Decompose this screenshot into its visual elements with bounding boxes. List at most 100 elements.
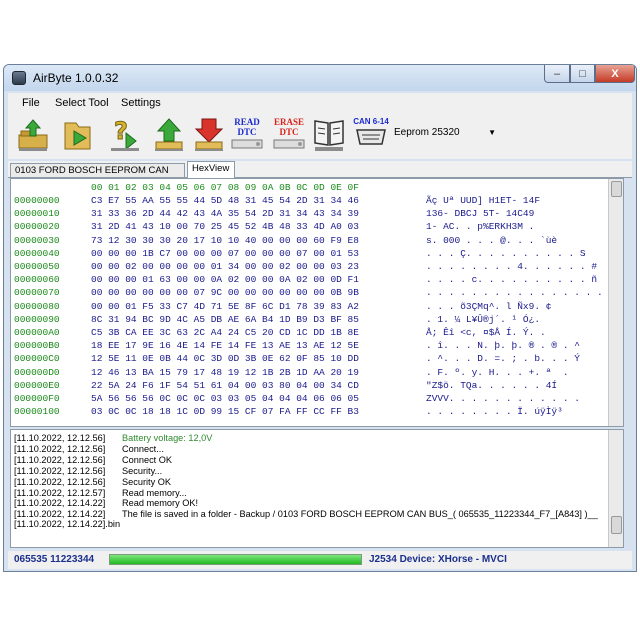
hex-ascii[interactable]: . . . . . . . . Ï. úÿÌÿ³ [426,406,563,417]
question-arrow-icon[interactable]: ? [108,115,142,153]
hex-ascii[interactable]: . . . õ3ÇMq^. l Ñx9. ¢ [426,301,551,312]
hex-bytes[interactable]: 31 2D 41 43 10 00 70 25 45 52 4B 48 33 4… [91,221,359,232]
hex-address: 000000E0 [14,379,60,391]
menu-file[interactable]: File [22,97,40,109]
status-id: 065535 11223344 [14,554,95,565]
read-dtc-icon[interactable]: READ DTC [228,117,266,153]
erase-dtc-icon[interactable]: ERASE DTC [270,117,308,153]
eeprom-select-value: Eeprom 25320 [394,127,460,138]
hex-ascii[interactable]: . . . . c. . . . . . . . . . ñ [426,274,597,285]
hex-address: 00000070 [14,287,60,299]
hex-bytes[interactable]: 00 00 02 00 00 00 00 01 34 00 00 02 00 0… [91,261,359,272]
hex-bytes[interactable]: 00 00 00 00 00 00 07 9C 00 00 00 00 00 0… [91,287,359,298]
hex-address: 000000B0 [14,340,60,352]
app-icon [12,71,26,85]
window-title: AirByte 1.0.0.32 [33,71,119,85]
hex-view[interactable]: 00 01 02 03 04 05 06 07 08 09 0A 0B 0C 0… [10,178,624,427]
hex-ascii[interactable]: s. 000 . . . @. . . `ùè [426,235,557,246]
hex-ascii[interactable]: 1- AC. . p%ERKH3M . [426,221,534,232]
hex-ascii[interactable]: Ãç Uª UUD] H1ET- 14F [426,195,540,206]
hex-address: 00000030 [14,234,60,246]
hex-address: 000000F0 [14,393,60,404]
close-button[interactable]: X [595,65,635,83]
hex-bytes[interactable]: 8C 31 94 BC 9D 4C A5 DB AE 6A B4 1D B9 D… [91,314,359,325]
hex-scroll-thumb[interactable] [611,181,622,197]
log-timestamp: [11.10.2022, 12.12.56] [14,454,106,465]
download-arrow-icon[interactable] [192,115,226,153]
log-scrollbar[interactable] [608,430,623,547]
can-label: CAN 6-14 [353,117,389,126]
hex-address: 000000A0 [14,327,60,338]
hex-bytes[interactable]: 12 5E 11 0E 0B 44 0C 3D 0D 3B 0E 62 0F 8… [91,353,359,364]
hex-address: 00000100 [14,406,60,418]
status-bar: 065535 11223344 J2534 Device: XHorse - M… [8,551,632,569]
hex-address: 00000020 [14,221,60,233]
hex-ascii[interactable]: Å; Êî <c, ¤$Å Í. Ý. . [426,327,546,338]
minimize-button[interactable]: – [544,65,570,83]
hex-ascii[interactable]: . 1. ¼ L¥Û®j´. ¹ Ó¿. [426,314,540,325]
hex-ascii[interactable]: . F. º. y. H. . . +. ª . [426,367,569,378]
log-message: Battery voltage: 12,0V [122,433,213,443]
can-connector-icon[interactable]: CAN 6-14 [351,117,391,153]
open-folder-icon[interactable] [16,115,50,153]
app-window: AirByte 1.0.0.32 – □ X File Select Tool … [3,64,637,572]
folder-arrow-icon[interactable] [62,115,96,153]
log-timestamp: [11.10.2022, 12.14.22] [14,498,106,509]
hex-address: 00000000 [14,195,60,206]
hex-bytes[interactable]: 03 0C 0C 18 18 1C 0D 99 15 CF 07 FA FF C… [91,406,359,417]
chevron-down-icon[interactable]: ▼ [488,128,496,137]
menu-settings[interactable]: Settings [121,97,161,109]
log-scroll-thumb[interactable] [611,516,622,534]
hex-bytes[interactable]: 00 00 00 1B C7 00 00 00 07 00 00 00 07 0… [91,248,359,259]
log-wrap-line: [11.10.2022, 12.14.22].bin [14,519,121,529]
log-message: Read memory... [122,487,187,498]
log-message: Connect OK [122,454,173,465]
tab-ford-bosch[interactable]: 0103 FORD BOSCH EEPROM CAN BUS [10,163,185,189]
hex-bytes[interactable]: 00 00 01 F5 33 C7 4D 71 5E 8F 6C D1 78 3… [91,301,359,312]
hex-address: 00000040 [14,247,60,259]
hex-address: 00000010 [14,208,60,220]
log-panel: [11.10.2022, 12.12.56] Battery voltage: 1… [10,429,624,548]
tab-hexview[interactable]: HexView [187,161,235,178]
hex-bytes[interactable]: 31 33 36 2D 44 42 43 4A 35 54 2D 31 34 4… [91,208,359,219]
hex-bytes[interactable]: 12 46 13 BA 15 79 17 48 19 12 1B 2B 1D A… [91,367,359,378]
hex-bytes[interactable]: C5 3B CA EE 3C 63 2C A4 24 C5 20 CD 1C D… [91,327,359,338]
hex-ascii[interactable]: . . . . . . . . 4. . . . . . # [426,261,597,272]
progress-bar [109,554,362,565]
hex-address: 00000090 [14,313,60,325]
hex-address: 00000060 [14,274,60,286]
upload-arrow-icon[interactable] [152,115,186,153]
hex-ascii[interactable]: . . . Ç. . . . . . . . . . S [426,248,586,259]
read-dtc-label-1: READ [234,117,260,127]
eeprom-select[interactable]: Eeprom 25320 ▼ [394,127,502,143]
log-timestamp: [11.10.2022, 12.12.56] [14,465,106,476]
hex-ascii[interactable]: "Z$ö. TQa. . . . . . 4Í [426,380,557,391]
book-icon[interactable] [312,115,346,153]
log-timestamp: [11.10.2022, 12.14.22] [14,509,106,520]
hex-bytes[interactable]: 00 00 00 01 63 00 00 0A 02 00 00 0A 02 0… [91,274,359,285]
hex-bytes[interactable]: 5A 56 56 56 0C 0C 0C 03 03 05 04 04 04 0… [91,393,359,404]
title-bar[interactable]: AirByte 1.0.0.32 – □ X [4,65,636,91]
tab-strip: 0103 FORD BOSCH EEPROM CAN BUS HexView [8,161,632,189]
hex-scrollbar[interactable] [608,179,623,426]
maximize-button[interactable]: □ [570,65,595,83]
log-message: Security OK [122,476,172,487]
hex-ascii[interactable]: . . . . . . . . . . . . . . . . [426,287,603,298]
hex-bytes[interactable]: C3 E7 55 AA 55 55 44 5D 48 31 45 54 2D 3… [91,195,359,206]
hex-ascii[interactable]: ZVVV. . . . . . . . . . . . [426,393,580,404]
menu-bar: File Select Tool Settings [8,93,632,113]
toolbar: ? READ DTC ERASE DTC CAN 6-14 Eeprom 253… [8,113,632,159]
hex-bytes[interactable]: 22 5A 24 F6 1F 54 51 61 04 00 03 80 04 0… [91,380,359,391]
hex-bytes[interactable]: 18 EE 17 9E 16 4E 14 FE 14 FE 13 AE 13 A… [91,340,359,351]
hex-address: 00000080 [14,300,60,312]
hex-column-header: 00 01 02 03 04 05 06 07 08 09 0A 0B 0C 0… [91,182,359,193]
hex-ascii[interactable]: 136- DBCJ 5T- 14C49 [426,208,534,219]
hex-ascii[interactable]: . ^. . . D. =. ; . b. . . Ý [426,353,580,364]
hex-bytes[interactable]: 73 12 30 30 30 20 17 10 10 40 00 00 00 6… [91,235,359,246]
progress-fill [110,555,361,564]
erase-dtc-label-2: DTC [279,127,299,137]
menu-select-tool[interactable]: Select Tool [55,97,109,109]
read-dtc-label-2: DTC [237,127,257,137]
hex-ascii[interactable]: . î. . . N. þ. þ. ® . ® . ^ [426,340,580,351]
log-timestamp: [11.10.2022, 12.12.56] [14,433,106,443]
